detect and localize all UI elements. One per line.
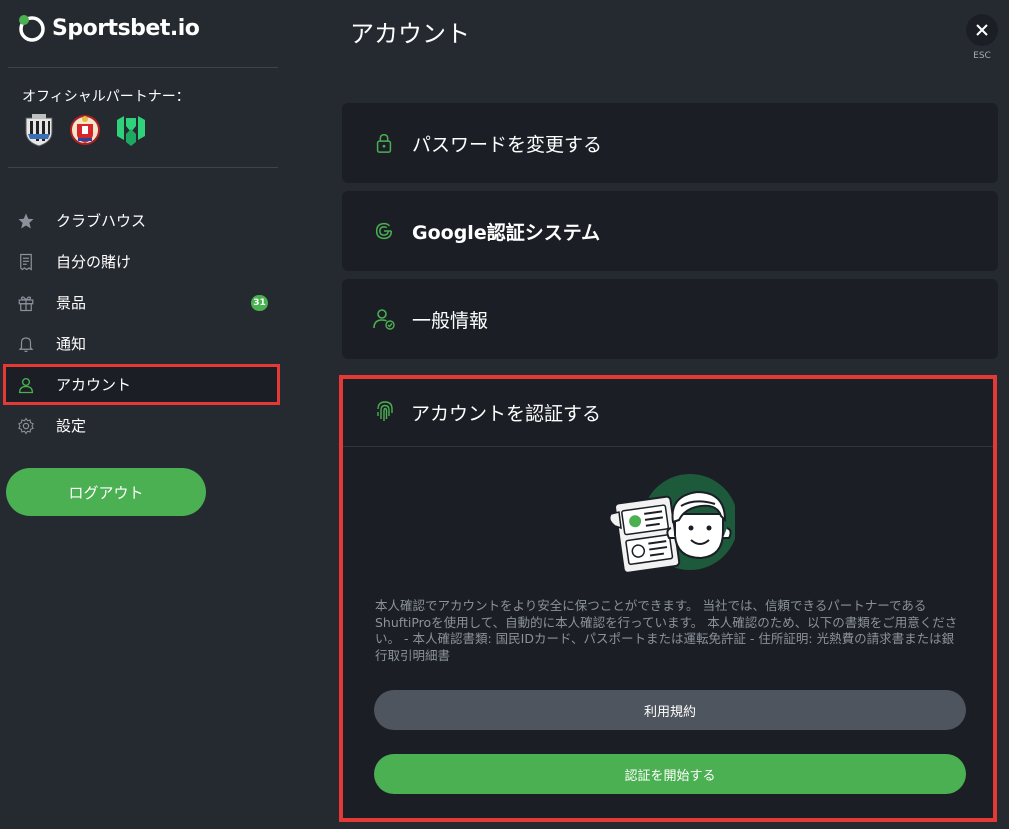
sidebar-item-label: 景品	[56, 294, 87, 312]
star-icon	[16, 211, 36, 231]
terms-button[interactable]: 利用規約	[374, 690, 966, 730]
sidebar-item-label: クラブハウス	[56, 212, 147, 230]
sidebar-item-rewards[interactable]: 景品 31	[0, 282, 280, 323]
user-check-icon	[372, 307, 396, 331]
card-label: 一般情報	[412, 309, 489, 332]
logo-icon	[18, 14, 46, 42]
close-icon	[976, 24, 988, 36]
esc-label: ESC	[973, 51, 991, 61]
card-label: Google認証システム	[412, 221, 601, 244]
page-title: アカウント	[350, 20, 470, 48]
gear-icon	[16, 416, 36, 436]
sidebar-item-label: 通知	[56, 335, 87, 353]
newcastle-crest-icon[interactable]	[22, 112, 56, 148]
sidebar-item-notifications[interactable]: 通知	[0, 323, 280, 364]
esports-team-logo-icon[interactable]	[114, 112, 148, 148]
sidebar-item-my-bets[interactable]: 自分の賭け	[0, 241, 280, 282]
id-verification-illustration	[605, 474, 738, 579]
general-info-card[interactable]: 一般情報	[342, 279, 998, 359]
close-button[interactable]	[966, 14, 998, 46]
verify-description: 本人確認でアカウントをより安全に保つことができます。 当社では、信頼できるパート…	[375, 598, 958, 663]
gift-icon	[16, 293, 36, 313]
divider	[8, 167, 278, 168]
bell-icon	[16, 334, 36, 354]
google-icon	[372, 219, 396, 243]
sidebar-item-label: 設定	[56, 417, 87, 435]
fingerprint-icon	[373, 399, 397, 427]
verify-account-header[interactable]: アカウントを認証する	[343, 379, 993, 447]
sidebar-item-account[interactable]: アカウント	[3, 364, 280, 405]
start-verification-button[interactable]: 認証を開始する	[374, 754, 966, 794]
brand-name: Sportsbet.io	[52, 15, 200, 41]
lock-icon	[372, 131, 396, 155]
partners-label: オフィシャルパートナー：	[22, 89, 190, 105]
sidebar-item-clubhouse[interactable]: クラブハウス	[0, 200, 280, 241]
sidebar: Sportsbet.io オフィシャルパートナー： クラブハウス 自分の賭け 景…	[0, 0, 280, 829]
rewards-count-badge: 31	[251, 295, 268, 311]
sidebar-item-settings[interactable]: 設定	[0, 405, 280, 446]
divider	[8, 67, 278, 68]
card-label: パスワードを変更する	[412, 133, 603, 156]
user-icon	[16, 375, 36, 395]
google-authenticator-card[interactable]: Google認証システム	[342, 191, 998, 271]
partner-logos	[22, 112, 148, 148]
sidebar-nav: クラブハウス 自分の賭け 景品 31 通知 アカウント 設定	[0, 200, 280, 446]
verify-account-title: アカウントを認証する	[411, 403, 602, 425]
receipt-icon	[16, 252, 36, 272]
logout-button[interactable]: ログアウト	[6, 468, 206, 516]
verify-account-panel: アカウントを認証する 本人確認でアカウントをより安全に保つことができます。 当社…	[339, 375, 997, 822]
sidebar-item-label: アカウント	[56, 376, 132, 394]
southampton-crest-icon[interactable]	[68, 112, 102, 148]
sidebar-item-label: 自分の賭け	[56, 253, 132, 271]
change-password-card[interactable]: パスワードを変更する	[342, 103, 998, 183]
brand-logo[interactable]: Sportsbet.io	[18, 12, 200, 44]
